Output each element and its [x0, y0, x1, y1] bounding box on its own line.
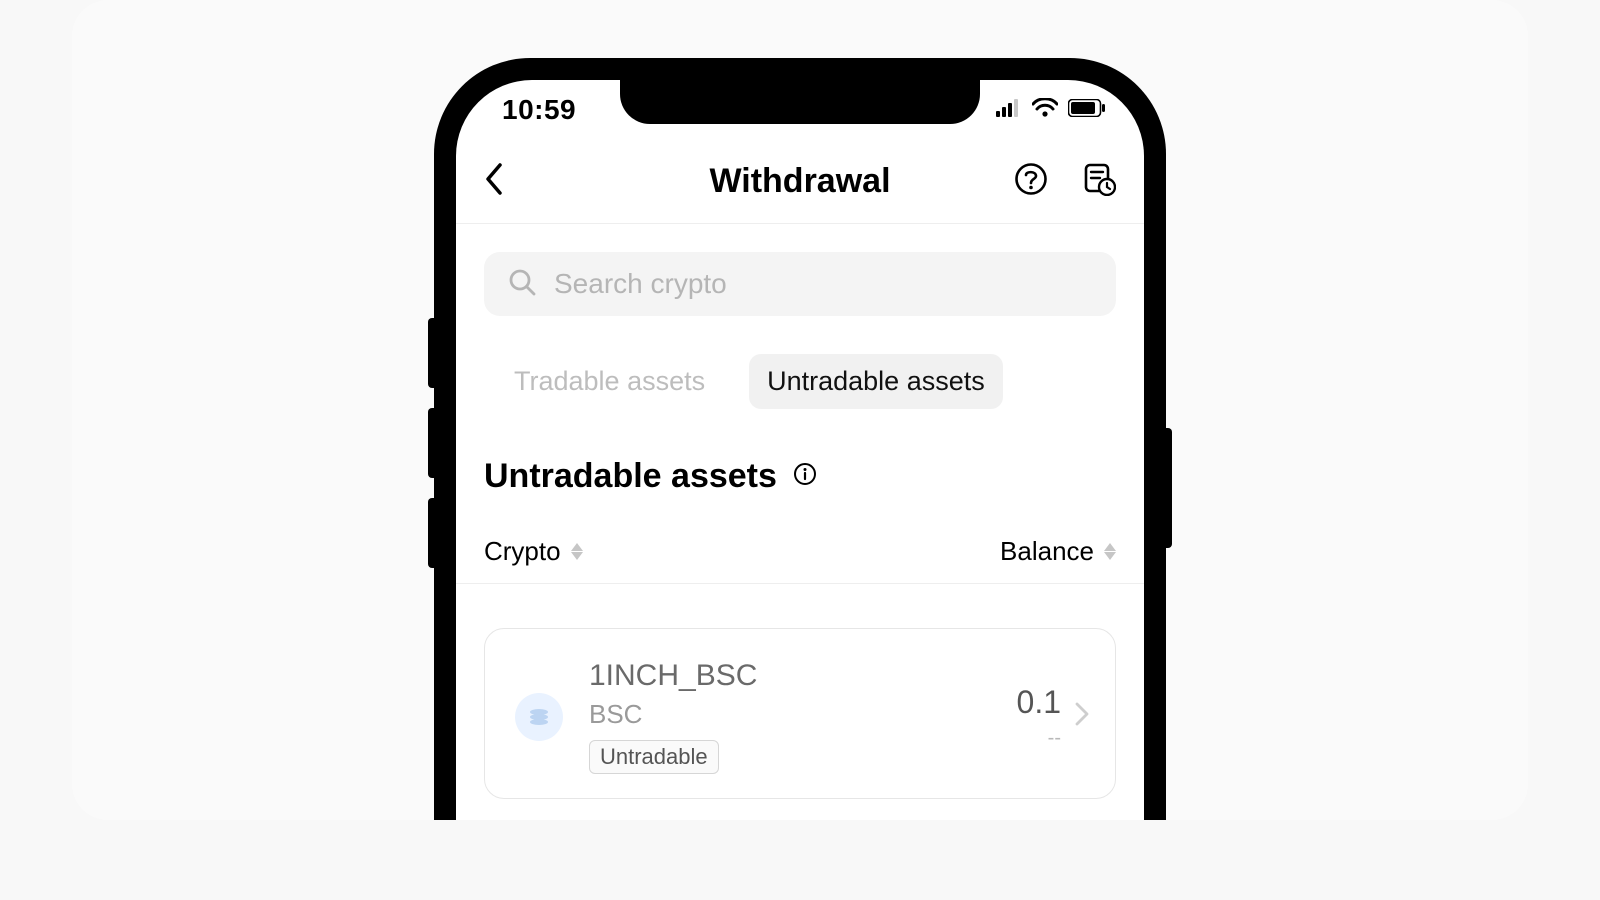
coin-info: 1INCH_BSC BSC Untradable — [589, 659, 991, 774]
help-icon[interactable] — [1014, 162, 1048, 201]
sort-icon — [571, 543, 583, 560]
asset-row[interactable]: 1INCH_BSC BSC Untradable 0.1 -- — [484, 628, 1116, 799]
nav-header: Withdrawal — [456, 140, 1144, 224]
tab-untradable-assets[interactable]: Untradable assets — [749, 354, 1003, 409]
sort-icon — [1104, 543, 1116, 560]
coin-icon — [515, 693, 563, 741]
history-icon[interactable] — [1082, 162, 1116, 201]
asset-tabs: Tradable assets Untradable assets — [456, 316, 1144, 409]
back-button[interactable] — [484, 163, 504, 200]
section-header: Untradable assets — [456, 409, 1144, 496]
phone-notch — [620, 80, 980, 124]
wifi-icon — [1032, 98, 1058, 123]
info-icon[interactable] — [793, 462, 817, 491]
chevron-right-icon — [1075, 702, 1089, 731]
balance-block: 0.1 -- — [1017, 684, 1089, 750]
search-input[interactable] — [554, 268, 1092, 300]
tab-label: Tradable assets — [514, 366, 705, 396]
phone-screen: 10:59 — [456, 80, 1144, 820]
status-indicators — [996, 98, 1106, 123]
untradable-tag: Untradable — [589, 740, 719, 774]
phone-frame: 10:59 — [434, 58, 1166, 820]
search-icon — [508, 268, 536, 301]
balance-amount: 0.1 — [1017, 684, 1061, 721]
search-bar[interactable] — [484, 252, 1116, 316]
column-label: Balance — [1000, 536, 1094, 567]
battery-icon — [1068, 99, 1106, 122]
status-time: 10:59 — [502, 94, 576, 126]
section-title: Untradable assets — [484, 457, 777, 496]
column-label: Crypto — [484, 536, 561, 567]
column-balance[interactable]: Balance — [1000, 536, 1116, 567]
tab-tradable-assets[interactable]: Tradable assets — [496, 354, 723, 409]
app-stage: 10:59 — [72, 0, 1528, 820]
cellular-icon — [996, 99, 1022, 122]
coin-network: BSC — [589, 699, 991, 730]
column-crypto[interactable]: Crypto — [484, 536, 583, 567]
balance-fiat: -- — [1017, 727, 1061, 750]
column-headers: Crypto Balance — [456, 496, 1144, 584]
tab-label: Untradable assets — [767, 366, 985, 396]
coin-symbol: 1INCH_BSC — [589, 659, 991, 693]
